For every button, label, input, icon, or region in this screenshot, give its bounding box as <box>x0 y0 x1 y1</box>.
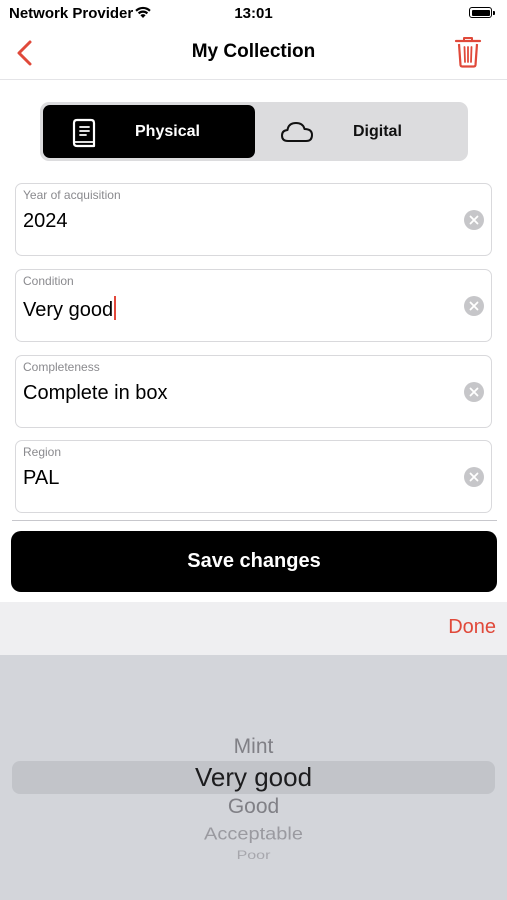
picker-option[interactable]: Poor <box>0 849 507 863</box>
condition-field-label: Condition <box>23 274 74 288</box>
region-field-value[interactable]: PAL <box>23 467 59 490</box>
picker-option-selected[interactable]: Very good <box>0 762 507 793</box>
picker-option[interactable]: Acceptable <box>0 824 507 845</box>
clear-completeness-button[interactable] <box>464 382 484 402</box>
text-cursor <box>114 296 117 320</box>
region-field[interactable]: Region PAL <box>15 440 492 513</box>
keyboard-toolbar: Done <box>0 602 507 655</box>
completeness-field-label: Completeness <box>23 360 100 374</box>
condition-field[interactable]: Condition Very good <box>15 269 492 342</box>
year-field[interactable]: Year of acquisition 2024 <box>15 183 492 256</box>
completeness-field-value[interactable]: Complete in box <box>23 382 168 405</box>
clear-year-button[interactable] <box>464 210 484 230</box>
condition-field-value: Very good <box>23 299 114 321</box>
clear-icon <box>469 215 479 225</box>
picker-option[interactable]: Mint <box>0 735 507 759</box>
divider <box>12 520 497 521</box>
clear-icon <box>469 472 479 482</box>
done-button[interactable]: Done <box>448 616 496 639</box>
clear-icon <box>469 387 479 397</box>
clear-icon <box>469 301 479 311</box>
condition-picker[interactable]: Mint Very good Good Acceptable Poor <box>0 655 507 900</box>
clear-condition-button[interactable] <box>464 296 484 316</box>
condition-field-value-wrap[interactable]: Very good <box>23 296 117 322</box>
year-field-label: Year of acquisition <box>23 188 121 202</box>
completeness-field[interactable]: Completeness Complete in box <box>15 355 492 428</box>
region-field-label: Region <box>23 445 62 459</box>
save-changes-button[interactable]: Save changes <box>11 531 497 592</box>
form-scroll-area[interactable]: Year of acquisition 2024 Condition Very … <box>0 0 507 520</box>
picker-option[interactable]: Good <box>0 795 507 819</box>
clear-region-button[interactable] <box>464 467 484 487</box>
year-field-value[interactable]: 2024 <box>23 210 68 233</box>
